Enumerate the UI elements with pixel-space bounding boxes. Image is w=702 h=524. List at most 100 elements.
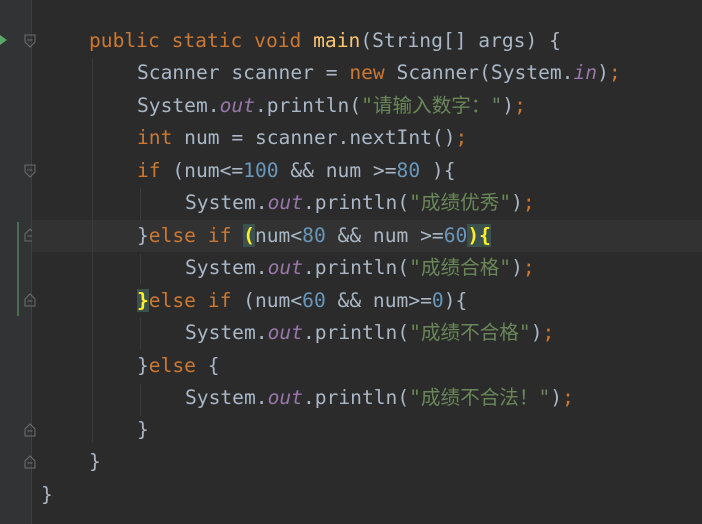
code-line[interactable]: }else if (num<60 && num>=0){ — [137, 285, 467, 317]
indent-guide — [140, 318, 141, 350]
code-token: ) — [511, 256, 523, 279]
code-token: ){ — [420, 159, 456, 182]
code-token: "成绩不合格" — [409, 321, 531, 344]
code-token: ; — [562, 386, 574, 409]
matched-brace: ) — [467, 224, 480, 247]
code-line[interactable]: System.out.println("成绩优秀"); — [185, 187, 535, 219]
code-token: System. — [185, 321, 268, 344]
matched-brace: ( — [243, 224, 255, 247]
code-token: (String[] args) { — [360, 29, 561, 52]
code-line[interactable]: Scanner scanner = new Scanner(System.in)… — [137, 57, 621, 89]
code-token: ; — [522, 191, 535, 214]
indent-guide — [92, 58, 93, 442]
code-token: } — [137, 354, 149, 377]
code-token: } — [137, 418, 149, 441]
code-token: (num< — [231, 289, 303, 312]
code-token: num< — [254, 224, 303, 247]
code-token: "成绩合格" — [409, 256, 512, 279]
code-token: main — [313, 29, 361, 52]
code-token: out — [219, 94, 255, 117]
code-line[interactable]: System.out.println("成绩合格"); — [185, 252, 535, 284]
code-token: "成绩不合法！" — [409, 386, 551, 409]
code-token: static — [171, 29, 243, 52]
code-token: .println( — [302, 321, 410, 344]
code-line[interactable]: System.out.println("请输入数字："); — [137, 90, 526, 122]
code-line[interactable]: System.out.println("成绩不合格"); — [185, 317, 554, 349]
code-token: .println( — [302, 191, 410, 214]
matched-brace: } — [137, 289, 149, 312]
fold-open-icon[interactable] — [24, 34, 36, 48]
code-token: ; — [455, 126, 468, 149]
code-token: && num>= — [325, 289, 432, 312]
code-token: ) — [597, 61, 609, 84]
code-line[interactable]: public static void main(String[] args) { — [89, 25, 561, 57]
fold-open-icon[interactable] — [24, 164, 36, 178]
code-token: 0 — [431, 289, 444, 312]
matched-brace: { — [479, 224, 491, 247]
run-icon[interactable] — [0, 35, 7, 45]
code-token: num = scanner.nextInt() — [172, 126, 456, 149]
code-token: ; — [514, 94, 526, 117]
code-token: System. — [185, 386, 268, 409]
code-token: int — [137, 126, 173, 149]
code-token: ) — [511, 191, 523, 214]
code-token: { — [195, 354, 220, 377]
code-line[interactable]: }else { — [137, 350, 220, 382]
code-token: .println( — [302, 256, 410, 279]
vcs-change-marker[interactable] — [17, 222, 19, 316]
indent-guide — [140, 188, 141, 220]
code-token: System. — [185, 256, 268, 279]
code-token: && num >= — [325, 224, 444, 247]
code-token: System. — [185, 191, 268, 214]
code-line[interactable]: System.out.println("成绩不合法！"); — [185, 382, 574, 414]
code-token: void — [254, 29, 302, 52]
gutter-separator — [31, 0, 32, 524]
code-token: "请输入数字：" — [361, 94, 503, 117]
code-token: System. — [137, 94, 220, 117]
code-token: in — [573, 61, 598, 84]
code-token: 60 — [302, 289, 326, 312]
code-token: else if — [148, 289, 232, 312]
code-token: 60 — [443, 224, 468, 247]
code-token: .println( — [254, 94, 362, 117]
editor-gutter — [0, 0, 31, 524]
code-line[interactable]: } — [41, 479, 53, 511]
code-token: else — [148, 354, 196, 377]
code-token: ; — [608, 61, 621, 84]
code-token: 100 — [243, 159, 279, 182]
code-token: } — [89, 450, 101, 473]
code-token: out — [267, 386, 303, 409]
code-line[interactable]: }else if (num<80 && num >=60){ — [137, 220, 491, 252]
fold-close-icon[interactable] — [24, 423, 36, 437]
code-token: ) — [502, 94, 515, 117]
code-token: } — [41, 483, 53, 506]
code-line[interactable]: int num = scanner.nextInt(); — [137, 122, 467, 154]
code-token: else if — [148, 224, 232, 247]
fold-close-icon[interactable] — [24, 455, 36, 469]
code-token: Scanner scanner = — [137, 61, 350, 84]
code-token: 80 — [302, 224, 326, 247]
code-token: ; — [522, 256, 535, 279]
code-token: .println( — [302, 386, 410, 409]
code-token: out — [267, 191, 303, 214]
code-token: new — [349, 61, 385, 84]
code-line[interactable]: } — [89, 446, 101, 478]
code-token: ; — [542, 321, 555, 344]
code-token: out — [267, 321, 303, 344]
indent-guide — [140, 254, 141, 284]
code-token: ) — [530, 321, 543, 344]
code-token: ){ — [443, 289, 468, 312]
code-token: && num >= — [278, 159, 397, 182]
code-token: } — [137, 224, 149, 247]
code-token: if — [137, 159, 161, 182]
code-token: 80 — [396, 159, 421, 182]
code-token: out — [267, 256, 303, 279]
code-token: public — [89, 29, 160, 52]
code-line[interactable]: } — [137, 414, 149, 446]
code-token: (num<= — [160, 159, 244, 182]
code-token: ) — [550, 386, 563, 409]
indent-guide — [140, 384, 141, 416]
code-line[interactable]: if (num<=100 && num >=80 ){ — [137, 155, 456, 187]
fold-close-icon[interactable] — [24, 293, 36, 307]
